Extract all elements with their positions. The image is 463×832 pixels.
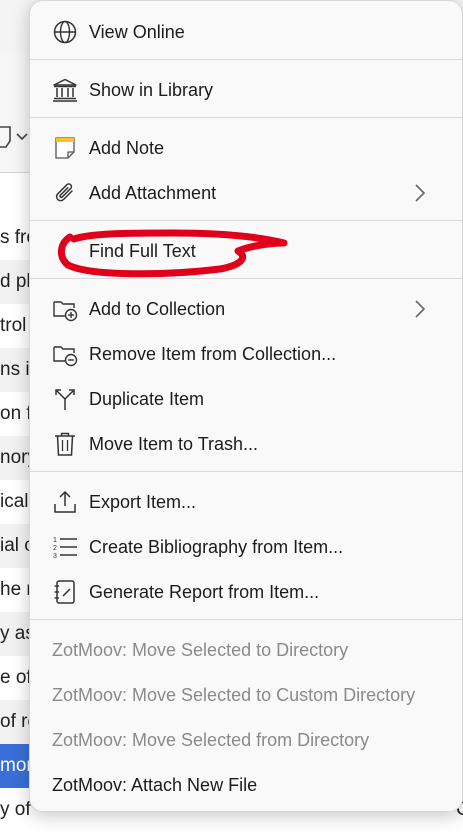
svg-text:2: 2 — [53, 545, 57, 552]
menu-item-zotmoov-move-to-custom-directory[interactable]: ZotMoov: Move Selected to Custom Directo… — [30, 673, 462, 717]
menu-item-label: Add Note — [89, 138, 165, 158]
toolbar-partial-icon[interactable] — [0, 125, 16, 149]
menu-separator — [30, 117, 462, 118]
globe-icon — [53, 20, 77, 44]
menu-item-label: ZotMoov: Move Selected from Directory — [52, 730, 370, 750]
menu-item-label: ZotMoov: Move Selected to Directory — [52, 640, 349, 660]
menu-item-label: Remove Item from Collection... — [89, 344, 337, 364]
menu-item-label: ZotMoov: Move Selected to Custom Directo… — [52, 685, 416, 705]
chevron-right-icon — [415, 184, 426, 202]
menu-separator — [30, 619, 462, 620]
svg-text:1: 1 — [53, 537, 57, 544]
svg-text:3: 3 — [53, 553, 57, 560]
menu-item-label: Export Item... — [89, 492, 197, 512]
menu-item-label: Duplicate Item — [89, 389, 205, 409]
fork-duplicate-icon — [55, 389, 75, 410]
menu-item-move-to-trash[interactable]: Move Item to Trash... — [30, 422, 462, 466]
menu-item-create-bibliography[interactable]: 1 2 3 Create Bibliography from Item... — [30, 525, 462, 569]
numbered-list-icon: 1 2 3 — [53, 537, 77, 560]
menu-item-add-attachment[interactable]: Add Attachment — [30, 171, 462, 215]
menu-item-label: Add Attachment — [89, 183, 217, 203]
menu-separator — [30, 59, 462, 60]
menu-item-label: Show in Library — [89, 80, 214, 100]
menu-item-generate-report[interactable]: Generate Report from Item... — [30, 570, 462, 614]
menu-item-view-online[interactable]: View Online — [30, 10, 462, 54]
item-context-menu: View Online Show in Library Add Note Add… — [29, 0, 463, 812]
menu-item-export-item[interactable]: Export Item... — [30, 480, 462, 524]
menu-separator — [30, 220, 462, 221]
menu-item-label: ZotMoov: Attach New File — [52, 775, 258, 795]
paperclip-icon — [55, 183, 73, 202]
menu-item-label: Add to Collection — [89, 299, 226, 319]
trash-icon — [55, 432, 75, 456]
menu-item-label: Generate Report from Item... — [89, 582, 320, 602]
toolbar-chevron-down-icon[interactable] — [16, 132, 28, 142]
menu-item-label: Create Bibliography from Item... — [89, 537, 344, 557]
menu-item-duplicate-item[interactable]: Duplicate Item — [30, 377, 462, 421]
menu-item-remove-from-collection[interactable]: Remove Item from Collection... — [30, 332, 462, 376]
library-building-icon — [53, 78, 77, 102]
chevron-right-icon — [415, 300, 426, 318]
note-icon — [55, 137, 75, 159]
export-upload-icon — [54, 490, 76, 513]
folder-remove-icon — [53, 346, 78, 367]
menu-item-add-note[interactable]: Add Note — [30, 126, 462, 170]
menu-item-label: Move Item to Trash... — [89, 434, 259, 454]
folder-add-icon — [53, 301, 78, 322]
menu-item-zotmoov-move-from-directory[interactable]: ZotMoov: Move Selected from Directory — [30, 718, 462, 762]
menu-item-label: View Online — [89, 22, 185, 42]
menu-item-add-to-collection[interactable]: Add to Collection — [30, 287, 462, 331]
menu-item-zotmoov-move-to-directory[interactable]: ZotMoov: Move Selected to Directory — [30, 628, 462, 672]
menu-separator — [30, 471, 462, 472]
menu-item-show-in-library[interactable]: Show in Library — [30, 68, 462, 112]
red-highlight-annotation — [58, 229, 288, 278]
report-notebook-icon — [54, 580, 75, 604]
menu-item-zotmoov-attach-new-file[interactable]: ZotMoov: Attach New File — [30, 763, 462, 807]
